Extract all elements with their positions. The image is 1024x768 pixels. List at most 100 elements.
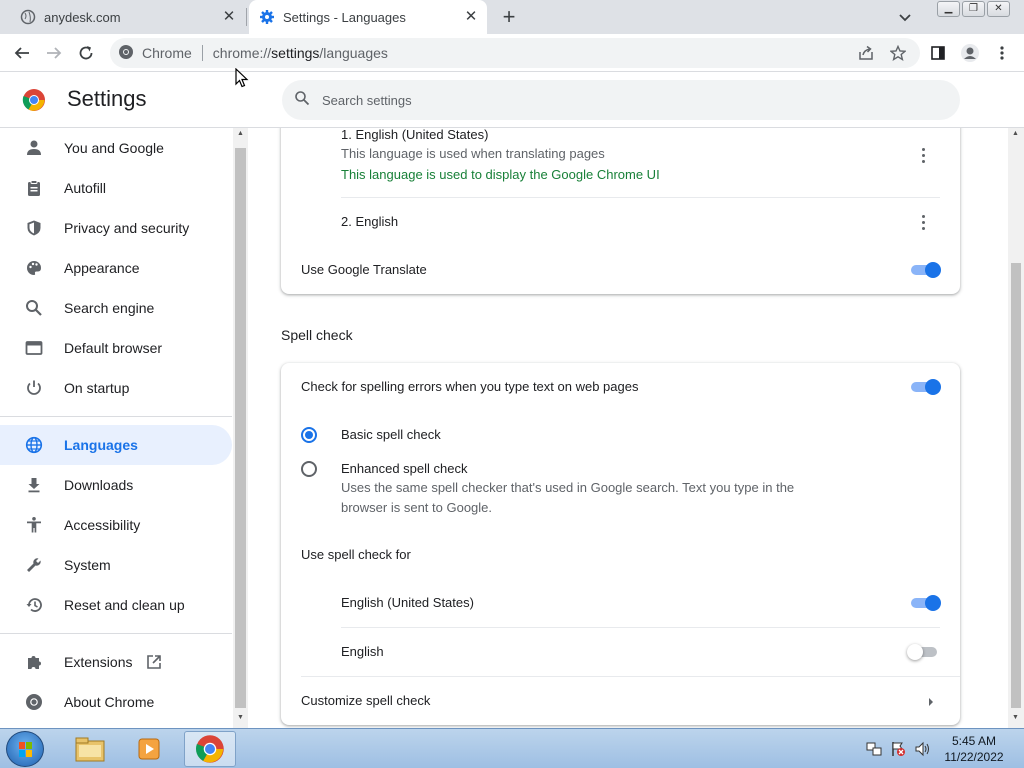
action-center-flag-icon[interactable] (890, 741, 906, 757)
main-content: 1. English (United States) This language… (248, 128, 1008, 728)
sidebar-scrollbar[interactable]: ▲ ▼ (233, 128, 248, 728)
language-item-ui-note: This language is used to display the Goo… (341, 167, 660, 182)
sidebar-item-privacy-and-security[interactable]: Privacy and security (0, 208, 232, 248)
site-label: Chrome (142, 45, 192, 61)
enhanced-spell-check-description: browser is sent to Google. (341, 500, 493, 515)
sidebar-item-system[interactable]: System (0, 545, 232, 585)
spell-check-heading: Spell check (281, 327, 353, 343)
sidebar-item-autofill[interactable]: Autofill (0, 168, 232, 208)
new-tab-button[interactable]: + (498, 6, 520, 28)
bookmark-star-icon[interactable] (888, 43, 908, 63)
sidebar-item-about-chrome[interactable]: About Chrome (0, 682, 232, 722)
sidebar-item-downloads[interactable]: Downloads (0, 465, 232, 505)
sidebar-item-reset-and-clean-up[interactable]: Reset and clean up (0, 585, 232, 625)
close-icon[interactable]: ✕ (463, 9, 479, 25)
spell-check-toggle[interactable] (909, 379, 941, 395)
spell-language-label: English (United States) (341, 595, 474, 610)
chrome-logo-icon (22, 88, 46, 112)
google-translate-toggle[interactable] (909, 262, 941, 278)
more-actions-icon[interactable] (915, 145, 931, 165)
reload-button[interactable] (76, 43, 96, 63)
scroll-up-arrow-icon[interactable]: ▲ (237, 130, 244, 137)
back-button[interactable] (12, 43, 32, 63)
main-scroll-thumb[interactable] (1011, 263, 1021, 708)
sidebar-item-on-startup[interactable]: On startup (0, 368, 232, 408)
enhanced-spell-check-label[interactable]: Enhanced spell check (341, 461, 467, 476)
sidebar-item-label: Search engine (64, 300, 155, 316)
language-item-note: This language is used when translating p… (341, 146, 605, 161)
sidebar-item-accessibility[interactable]: Accessibility (0, 505, 232, 545)
sidebar-item-default-browser[interactable]: Default browser (0, 328, 232, 368)
url-path: /languages (319, 45, 388, 61)
restore-button[interactable]: ❐ (962, 1, 985, 17)
sidebar-divider (0, 416, 232, 417)
media-player-taskbar-button[interactable] (124, 731, 176, 767)
address-bar[interactable]: Chrome chrome://settings/languages (110, 38, 920, 68)
chrome-icon (118, 44, 134, 63)
tab-settings-languages[interactable]: Settings - Languages ✕ (249, 0, 487, 34)
search-box[interactable] (282, 80, 960, 120)
sidebar-item-label: Reset and clean up (64, 597, 185, 613)
sidebar-item-search-engine[interactable]: Search engine (0, 288, 232, 328)
gear-icon (259, 9, 275, 25)
spell-language-toggle[interactable] (907, 644, 939, 660)
chevron-down-icon[interactable] (896, 8, 914, 26)
os-taskbar: 5:45 AM 11/22/2022 (0, 728, 1024, 768)
language-item-label: 1. English (United States) (341, 128, 489, 142)
sidebar-item-extensions[interactable]: Extensions (0, 642, 232, 682)
browser-icon (24, 338, 44, 358)
main-scrollbar[interactable]: ▲ ▼ (1008, 128, 1024, 728)
scroll-down-arrow-icon[interactable]: ▼ (1012, 714, 1019, 721)
tab-strip: anydesk.com ✕ Settings - Languages ✕ + ▁… (0, 0, 1024, 34)
sidebar-item-label: Extensions (64, 654, 133, 670)
enhanced-spell-check-radio[interactable] (301, 461, 317, 477)
tab-anydesk[interactable]: anydesk.com ✕ (0, 0, 245, 34)
side-panel-icon[interactable] (928, 43, 948, 63)
chrome-taskbar-button[interactable] (184, 731, 236, 767)
sidebar-item-languages[interactable]: Languages (0, 425, 232, 465)
spell-language-label: English (341, 644, 384, 659)
basic-spell-check-radio[interactable] (301, 427, 317, 443)
sidebar-item-label: Autofill (64, 180, 107, 196)
more-actions-icon[interactable] (915, 212, 931, 232)
customize-spell-check-link[interactable]: Customize spell check (301, 693, 430, 708)
search-input[interactable] (322, 92, 822, 108)
start-button[interactable] (6, 731, 44, 767)
clipboard-icon (24, 178, 44, 198)
sidebar-item-you-and-google[interactable]: You and Google (0, 128, 232, 168)
network-icon[interactable] (866, 741, 882, 757)
clock-date: 11/22/2022 (944, 750, 1004, 764)
row-divider (301, 676, 960, 677)
basic-spell-check-label[interactable]: Basic spell check (341, 427, 441, 442)
more-menu-icon[interactable] (992, 43, 1012, 63)
chrome-icon (24, 692, 44, 712)
close-icon[interactable]: ✕ (221, 9, 237, 25)
person-icon (24, 138, 44, 158)
forward-button[interactable] (44, 43, 64, 63)
sidebar-item-label: You and Google (64, 140, 164, 156)
open-in-new-icon (146, 654, 162, 670)
scroll-down-arrow-icon[interactable]: ▼ (237, 714, 244, 721)
scroll-up-arrow-icon[interactable]: ▲ (1012, 130, 1019, 137)
share-icon[interactable] (856, 43, 876, 63)
chevron-right-icon[interactable] (927, 695, 935, 713)
volume-icon[interactable] (914, 741, 930, 757)
minimize-button[interactable]: ▁ (937, 1, 960, 17)
sidebar-item-label: Languages (64, 437, 138, 453)
use-google-translate-label: Use Google Translate (301, 262, 427, 277)
close-window-button[interactable]: ✕ (987, 1, 1010, 17)
system-clock[interactable]: 5:45 AM 11/22/2022 (938, 733, 1010, 765)
sidebar-scroll-thumb[interactable] (235, 148, 246, 708)
sidebar-item-label: Privacy and security (64, 220, 190, 236)
browser-toolbar: Chrome chrome://settings/languages (0, 34, 1024, 72)
restore-icon (24, 595, 44, 615)
sidebar-item-label: Downloads (64, 477, 134, 493)
tab-title: anydesk.com (44, 9, 121, 25)
sidebar-item-label: System (64, 557, 111, 573)
spell-language-toggle[interactable] (909, 595, 941, 611)
shield-icon (24, 218, 44, 238)
profile-avatar[interactable] (960, 43, 980, 63)
sidebar-item-label: Default browser (64, 340, 163, 356)
sidebar-item-appearance[interactable]: Appearance (0, 248, 232, 288)
file-explorer-taskbar-button[interactable] (64, 731, 116, 767)
